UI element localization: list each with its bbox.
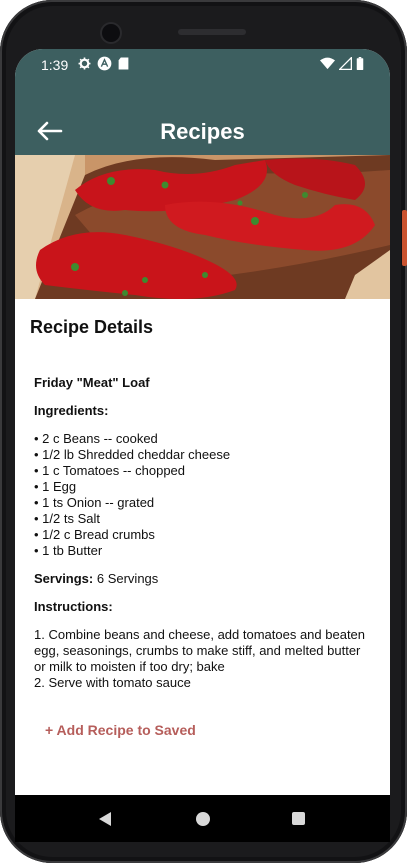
servings-label: Servings: — [34, 571, 94, 586]
instruction-step: 1. Combine beans and cheese, add tomatoe… — [34, 627, 366, 674]
ingredient-item: • 2 c Beans -- cooked — [34, 431, 158, 446]
servings: Servings: 6 Servings — [34, 571, 374, 587]
ingredient-item: • 1 c Tomatoes -- chopped — [34, 463, 186, 478]
status-time: 1:39 — [41, 57, 69, 73]
instructions-label: Instructions: — [34, 599, 113, 614]
page-title: Recipes — [160, 119, 245, 144]
power-button — [402, 210, 407, 266]
app-screen: 1:39 Recipes Recipe Details Friday "Meat… — [15, 49, 390, 832]
ingredient-item: • 1 Egg — [34, 479, 77, 494]
recipe-photo — [15, 155, 390, 299]
nav-back-icon[interactable] — [98, 811, 112, 827]
ingredients-label: Ingredients: — [34, 403, 109, 418]
nav-home-icon[interactable] — [196, 812, 210, 826]
battery-icon — [356, 57, 364, 70]
ingredients-list: • 2 c Beans -- cooked • 1/2 lb Shredded … — [34, 431, 374, 559]
nav-recents-icon[interactable] — [292, 812, 305, 825]
status-bar: 1:39 — [15, 49, 390, 81]
ingredient-item: • 1 ts Onion -- grated — [34, 495, 155, 510]
servings-value: 6 Servings — [93, 571, 159, 586]
sd-card-icon — [118, 57, 129, 70]
add-recipe-button[interactable]: + Add Recipe to Saved — [45, 722, 196, 738]
instruction-step: 2. Serve with tomato sauce — [34, 675, 191, 690]
wifi-icon — [320, 57, 335, 70]
earpiece — [178, 29, 246, 35]
section-title: Recipe Details — [30, 317, 154, 337]
recipe-details: Friday "Meat" Loaf Ingredients: • 2 c Be… — [34, 375, 374, 691]
instructions-list: 1. Combine beans and cheese, add tomatoe… — [34, 627, 374, 691]
recipe-name: Friday "Meat" Loaf — [34, 375, 150, 390]
system-nav-bar — [15, 795, 390, 842]
app-notification-icon — [97, 56, 112, 71]
ingredient-item: • 1/2 c Bread crumbs — [34, 527, 155, 542]
app-bar: 1:39 Recipes — [15, 49, 390, 155]
ingredient-item: • 1 tb Butter — [34, 543, 103, 558]
signal-icon — [339, 57, 352, 70]
ingredient-item: • 1/2 ts Salt — [34, 511, 100, 526]
front-camera — [102, 24, 120, 42]
ingredient-item: • 1/2 lb Shredded cheddar cheese — [34, 447, 231, 462]
settings-icon — [78, 57, 91, 70]
